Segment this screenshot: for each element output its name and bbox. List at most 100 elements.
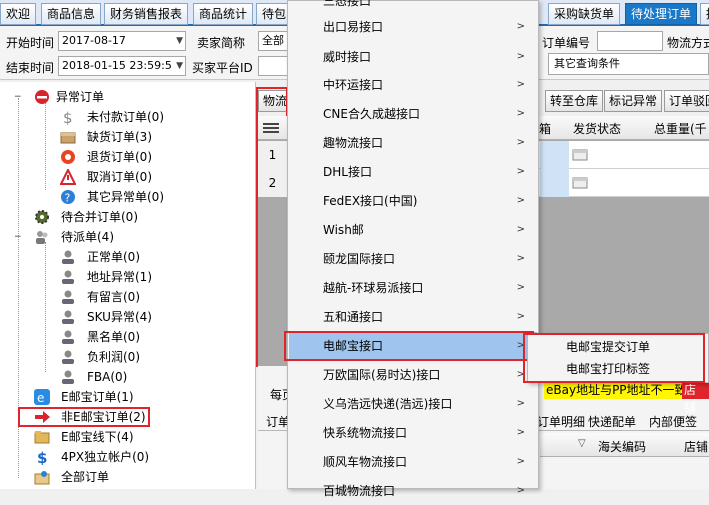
end-time-value: 2018-01-15 23:59:5 xyxy=(62,59,172,72)
chevron-right-icon: > xyxy=(516,311,525,322)
bottom-tab-order-detail[interactable]: 订单明细 xyxy=(537,413,585,430)
tree-label: 全部订单 xyxy=(61,470,110,484)
svg-text:$: $ xyxy=(63,109,73,125)
menu-item-baicheng[interactable]: 百城物流接口 > xyxy=(289,477,537,505)
tab-purchase-shortage[interactable]: 采购缺货单 xyxy=(548,3,621,25)
shop-badge: 店铺 xyxy=(682,381,709,415)
platform-id-label: 买家平台ID xyxy=(192,61,253,75)
chevron-right-icon: > xyxy=(516,137,525,148)
svg-text:e: e xyxy=(37,391,44,405)
menu-item-label: FedEX接口(中国) xyxy=(323,194,418,208)
warning-icon xyxy=(59,167,77,185)
tree-label: SKU异常(4) xyxy=(87,310,152,324)
end-time-input[interactable]: 2018-01-15 23:59:5 ▼ xyxy=(58,56,186,76)
tab-finance-report[interactable]: 财务销售报表 xyxy=(104,3,189,25)
tree-label: 待合并订单(0) xyxy=(61,210,138,224)
tab-product-info[interactable]: 商品信息 xyxy=(41,3,102,25)
tree-label: E邮宝线下(4) xyxy=(61,430,134,444)
other-query-button[interactable]: 其它查询条件 xyxy=(548,53,709,75)
customs-code-header[interactable]: 海关编码 xyxy=(598,438,646,455)
menu-item-wuhetong[interactable]: 五和通接口 > xyxy=(289,303,537,331)
highlight-box xyxy=(284,331,534,361)
chevron-right-icon: > xyxy=(516,51,525,62)
chevron-right-icon: > xyxy=(516,253,525,264)
bottom-tab-express[interactable]: 快递配单 xyxy=(588,413,636,430)
tab-pending-orders[interactable]: 待处理订单 xyxy=(625,3,698,25)
tree-label: 4PX独立帐户(0) xyxy=(61,450,150,464)
chevron-right-icon: > xyxy=(516,456,525,467)
tab-product-stats[interactable]: 商品统计 xyxy=(193,3,254,25)
chevron-right-icon: > xyxy=(516,282,525,293)
menu-item-wanou[interactable]: 万欧国际(易时达)接口 > xyxy=(289,361,537,389)
menu-item-label: 中环运接口 xyxy=(323,78,384,92)
menu-item-label: 万欧国际(易时达)接口 xyxy=(323,368,441,382)
menu-item-yilong[interactable]: 颐龙国际接口 > xyxy=(289,245,537,273)
tree-label: 有留言(0) xyxy=(87,290,140,304)
selected-cell xyxy=(540,141,569,169)
tab-welcome[interactable]: 欢迎 xyxy=(0,3,37,25)
menu-item-zhonghuanyun[interactable]: 中环运接口 > xyxy=(289,71,537,99)
menu-item-label: 三态接口 xyxy=(323,0,372,8)
menu-item-haoyuan[interactable]: 义乌浩远快递(浩远)接口 > xyxy=(289,390,537,418)
user-icon xyxy=(60,309,76,325)
menu-item-weishi[interactable]: 威时接口 > xyxy=(289,43,537,71)
grid-header-cell[interactable]: 发货状态 xyxy=(573,118,621,140)
bottom-tab-notes[interactable]: 内部便签 xyxy=(649,413,697,430)
chevron-right-icon: > xyxy=(516,224,525,235)
mark-abnormal-button[interactable]: 标记异常 xyxy=(604,90,663,112)
grid-header-cell[interactable]: 箱 xyxy=(539,118,551,140)
menu-item-label: 越航-环球易派接口 xyxy=(323,281,424,295)
order-tree: − 异常订单 $ 未付款订单(0) 缺货订单(3) 退货订单(0) 取消订单(0… xyxy=(0,82,256,489)
chevron-right-icon: > xyxy=(516,427,525,438)
menu-item-dhl[interactable]: DHL接口 > xyxy=(289,158,537,186)
row-number: 2 xyxy=(258,169,288,197)
order-reject-button[interactable]: 订单驳回 xyxy=(664,90,709,112)
help-icon: ? xyxy=(60,189,76,205)
grid-header-cell[interactable]: 总重量(千 xyxy=(654,118,707,140)
order-no-input[interactable] xyxy=(597,31,663,51)
menu-item-chukouyi[interactable]: 出口易接口 > xyxy=(289,13,537,41)
menu-item-label: 五和通接口 xyxy=(323,310,384,324)
menu-item-cne[interactable]: CNE合久成越接口 > xyxy=(289,100,537,128)
tab-pick[interactable]: 拣 xyxy=(700,3,709,25)
user-icon xyxy=(60,289,76,305)
grid-menu-icon[interactable] xyxy=(261,121,283,135)
menu-item-label: 颐龙国际接口 xyxy=(323,252,396,266)
chevron-down-icon[interactable]: ▼ xyxy=(176,57,183,75)
other-query-label: 其它查询条件 xyxy=(554,57,620,70)
ie-e-icon: e xyxy=(34,389,50,405)
end-time-label: 结束时间 xyxy=(6,61,55,75)
shop-header[interactable]: 店铺 xyxy=(684,438,708,455)
highlight-box xyxy=(18,407,150,427)
menu-item-label: DHL接口 xyxy=(323,165,372,179)
tree-label: 取消订单(0) xyxy=(87,170,152,184)
menu-item-kuaixitong[interactable]: 快系统物流接口 > xyxy=(289,419,537,447)
expand-toggle-icon[interactable]: − xyxy=(14,233,23,242)
tree-label: 异常订单 xyxy=(56,90,105,104)
chevron-right-icon: > xyxy=(516,21,525,32)
chevron-right-icon: > xyxy=(516,195,525,206)
user-icon xyxy=(60,329,76,345)
tree-guide xyxy=(45,102,46,190)
dollar-icon: $ xyxy=(60,109,76,127)
shipment-status-icon xyxy=(572,175,588,189)
tree-label: 负利润(0) xyxy=(87,350,140,364)
user-icon xyxy=(60,349,76,365)
expand-toggle-icon[interactable]: − xyxy=(14,93,23,102)
chevron-right-icon: > xyxy=(516,485,525,496)
menu-item-label: 百城物流接口 xyxy=(323,484,396,498)
tree-label: FBA(0) xyxy=(87,370,128,384)
menu-item-wish[interactable]: Wish邮 > xyxy=(289,216,537,244)
chevron-down-icon[interactable]: ▼ xyxy=(176,32,183,50)
menu-item-quwuliu[interactable]: 趣物流接口 > xyxy=(289,129,537,157)
menu-item-shunfengche[interactable]: 顺风车物流接口 > xyxy=(289,448,537,476)
menu-item-fedex[interactable]: FedEX接口(中国) > xyxy=(289,187,537,215)
start-time-label: 开始时间 xyxy=(6,36,55,50)
to-warehouse-button[interactable]: 转至仓库 xyxy=(545,90,604,112)
dollar-icon: $ xyxy=(34,449,50,467)
sort-down-icon[interactable]: ▽ xyxy=(578,438,586,449)
gear-icon xyxy=(34,209,50,225)
menu-item-yuehang[interactable]: 越航-环球易派接口 > xyxy=(289,274,537,302)
start-time-input[interactable]: 2017-08-17 ▼ xyxy=(58,31,186,51)
menu-item-label: 义乌浩远快递(浩远)接口 xyxy=(323,397,453,411)
